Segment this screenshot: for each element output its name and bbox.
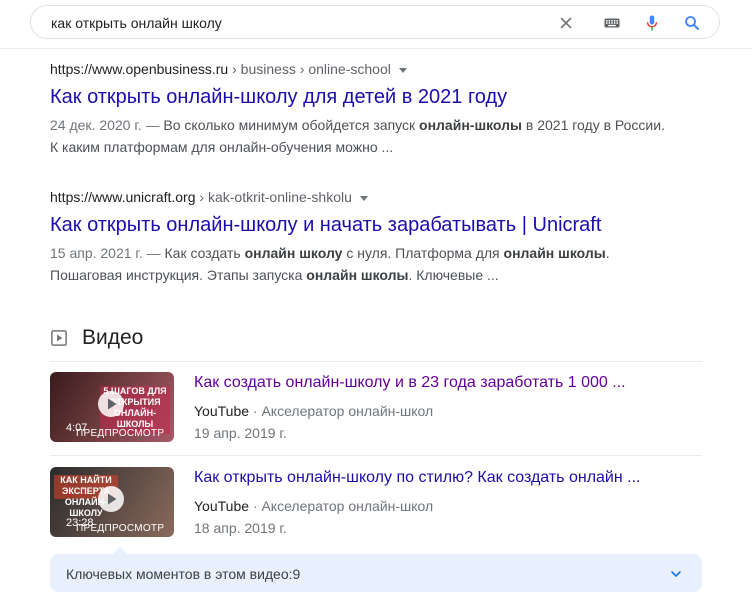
video-date: 18 апр. 2019 г. <box>194 520 287 536</box>
result-domain: https://www.unicraft.org <box>50 189 196 205</box>
video-section-icon <box>51 330 67 346</box>
snippet-text: . Ключевые ... <box>408 267 499 283</box>
result-path: › kak-otkrit-online-shkolu <box>195 189 352 205</box>
search-bar <box>30 5 720 39</box>
result-date: 24 дек. 2020 г. — <box>50 117 164 133</box>
video-thumbnail[interactable]: 5 ШАГОВ ДЛЯ ОТКРЫТИЯ ОНЛАЙН-ШКОЛЫ 4:07 П… <box>50 372 174 442</box>
snippet-text: с нуля. Платформа для <box>342 245 504 261</box>
caret-down-icon[interactable] <box>359 195 368 201</box>
video-thumbnail[interactable]: КАК НАЙТИ ЭКСПЕРТА ОНЛАЙН-ШКОЛУ 23:28 ПР… <box>50 467 174 537</box>
video-title-link[interactable]: Как открыть онлайн-школу по стилю? Как с… <box>194 468 640 488</box>
video-channel: Акселератор онлайн-школ <box>261 403 434 419</box>
video-item[interactable]: КАК НАЙТИ ЭКСПЕРТА ОНЛАЙН-ШКОЛУ 23:28 ПР… <box>50 467 702 539</box>
snippet-highlight: онлайн школы <box>503 245 606 261</box>
divider <box>50 361 702 362</box>
caret-down-icon[interactable] <box>398 67 407 73</box>
search-input[interactable] <box>51 14 531 32</box>
key-moments-label: Ключевых моментов в этом видео:9 <box>66 565 300 583</box>
snippet-highlight: онлайн школы <box>306 267 409 283</box>
video-title-link[interactable]: Как создать онлайн-школу и в 23 года зар… <box>194 373 626 393</box>
video-channel: Акселератор онлайн-школ <box>261 498 434 514</box>
video-source: YouTube · Акселератор онлайн-школ <box>194 497 433 515</box>
result-url[interactable]: https://www.unicraft.org › kak-otkrit-on… <box>50 188 670 206</box>
snippet-text: Во сколько минимум обойдется запуск <box>163 117 420 133</box>
preview-label: ПРЕДПРОСМОТР <box>76 523 165 534</box>
snippet-highlight: онлайн-школы <box>419 117 522 133</box>
video-date: 19 апр. 2019 г. <box>194 425 287 441</box>
play-icon[interactable] <box>97 390 125 418</box>
result-domain: https://www.openbusiness.ru <box>50 61 229 77</box>
key-moments-toggle[interactable]: Ключевых моментов в этом видео:9 <box>50 554 702 592</box>
result-title-link[interactable]: Как открыть онлайн-школу для детей в 202… <box>50 84 670 110</box>
snippet-text: Как создать <box>164 245 245 261</box>
play-icon[interactable] <box>97 485 125 513</box>
search-result: https://www.unicraft.org › kak-otkrit-on… <box>50 188 670 286</box>
result-snippet: 24 дек. 2020 г. — Во сколько минимум обо… <box>50 114 670 158</box>
divider <box>50 455 702 456</box>
video-item[interactable]: 5 ШАГОВ ДЛЯ ОТКРЫТИЯ ОНЛАЙН-ШКОЛЫ 4:07 П… <box>50 372 702 444</box>
key-moments-count: 9 <box>292 566 301 582</box>
separator: · <box>249 403 262 419</box>
snippet-highlight: онлайн школу <box>244 245 343 261</box>
header-divider <box>0 48 752 49</box>
result-url[interactable]: https://www.openbusiness.ru › business ›… <box>50 60 670 78</box>
result-title-link[interactable]: Как открыть онлайн-школу и начать зараба… <box>50 212 670 238</box>
mic-icon[interactable] <box>643 14 661 32</box>
keyboard-icon[interactable] <box>603 14 621 32</box>
video-section-title: Видео <box>82 326 144 349</box>
clear-icon[interactable] <box>557 14 575 32</box>
result-path: › business › online-school <box>228 61 391 77</box>
video-source: YouTube · Акселератор онлайн-школ <box>194 402 433 420</box>
preview-label: ПРЕДПРОСМОТР <box>76 428 165 439</box>
search-icon[interactable] <box>683 14 701 32</box>
key-moments-pointer <box>113 546 127 554</box>
separator: · <box>249 498 262 514</box>
result-snippet: 15 апр. 2021 г. — Как создать онлайн шко… <box>50 242 670 286</box>
video-platform: YouTube <box>194 403 250 419</box>
search-result: https://www.openbusiness.ru › business ›… <box>50 60 670 158</box>
key-moments-text: Ключевых моментов в этом видео: <box>66 566 293 582</box>
video-platform: YouTube <box>194 498 250 514</box>
result-date: 15 апр. 2021 г. — <box>50 245 165 261</box>
chevron-down-icon[interactable] <box>668 566 684 582</box>
